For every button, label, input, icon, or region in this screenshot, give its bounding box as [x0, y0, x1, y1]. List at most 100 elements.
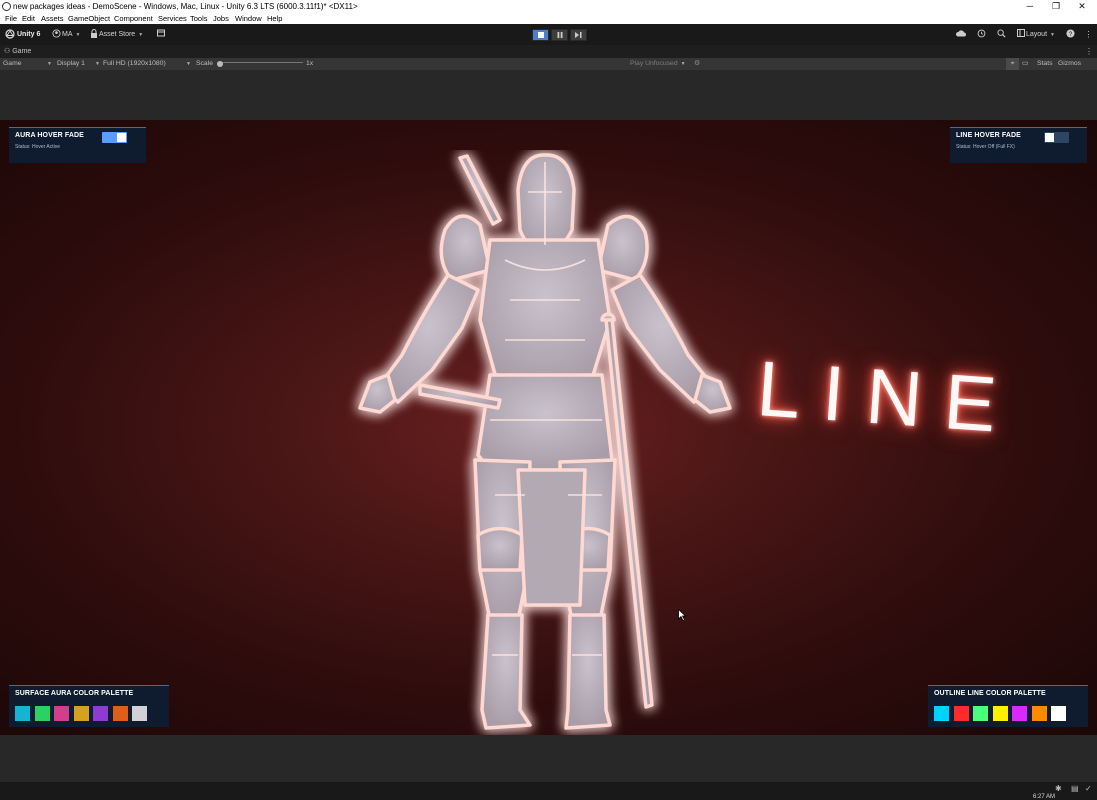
- outline-swatch-3[interactable]: [973, 706, 988, 721]
- unity-version-label[interactable]: Unity 6: [17, 24, 40, 45]
- outline-line-palette-title: OUTLINE LINE COLOR PALETTE: [934, 690, 1046, 697]
- outline-swatch-5[interactable]: [1012, 706, 1027, 721]
- surface-swatch-1[interactable]: [15, 706, 30, 721]
- surface-swatch-4[interactable]: [73, 706, 89, 721]
- outline-line-palette-panel: OUTLINE LINE COLOR PALETTE: [928, 685, 1088, 727]
- minimize-button[interactable]: ─: [1017, 0, 1043, 13]
- menu-services[interactable]: Services: [158, 13, 187, 24]
- search-icon[interactable]: [996, 29, 1007, 40]
- surface-swatch-7[interactable]: [132, 706, 147, 721]
- view-type-value: Game: [3, 60, 22, 67]
- outline-swatch-4[interactable]: [992, 706, 1008, 721]
- chevron-down-icon: ▼: [680, 61, 686, 67]
- stats-button[interactable]: Stats: [1037, 58, 1053, 70]
- unity-logo-icon: [4, 29, 15, 40]
- game-view-toolbar: Game ▼ Display 1 ▼ Full HD (1920x1080) ▼ Sc…: [0, 58, 1097, 70]
- toggle-knob: [1045, 133, 1054, 142]
- asset-store-label: Asset Store: [99, 31, 136, 38]
- game-letterbox-bottom: [0, 735, 1097, 782]
- more-options-icon[interactable]: ⋮: [1083, 29, 1094, 40]
- surface-swatch-6[interactable]: [112, 706, 128, 721]
- play-button[interactable]: [532, 29, 549, 41]
- knight-character: [358, 153, 732, 730]
- aura-hover-status: Status: Hover Active: [15, 144, 61, 150]
- chevron-down-icon: ▼: [186, 61, 191, 67]
- aura-hover-fade-panel: AURA HOVER FADE Status: Hover Active: [9, 127, 146, 163]
- asset-store-dropdown[interactable]: Asset Store ▼: [99, 24, 143, 45]
- menu-file[interactable]: File: [5, 13, 17, 24]
- lock-icon: [88, 29, 99, 40]
- scale-slider-handle[interactable]: [217, 61, 223, 67]
- main-toolbar: Unity 6 MA ▼ Asset Store ▼ Layout ▼ ? ⋮: [0, 24, 1097, 45]
- game-letterbox-top: [0, 70, 1097, 120]
- surface-swatch-2[interactable]: [34, 706, 50, 721]
- line-hover-toggle[interactable]: [1044, 132, 1069, 143]
- view-type-select[interactable]: Game ▼: [3, 58, 52, 70]
- outline-swatch-7[interactable]: [1051, 706, 1066, 721]
- history-icon[interactable]: [976, 29, 987, 40]
- line-3d-text: LINE: [754, 343, 1022, 451]
- display-value: Display 1: [57, 60, 85, 67]
- play-focus-value: Play Unfocused: [630, 60, 678, 67]
- outline-swatch-2[interactable]: [953, 706, 969, 721]
- outline-swatch-6[interactable]: [1031, 706, 1047, 721]
- chevron-down-icon: ▼: [1050, 32, 1055, 38]
- notifications-icon[interactable]: ▤: [1071, 784, 1079, 793]
- maximize-button[interactable]: ❐: [1043, 0, 1069, 13]
- account-icon: [51, 29, 62, 40]
- account-dropdown[interactable]: MA ▼: [62, 24, 80, 45]
- chevron-down-icon: ▼: [75, 32, 81, 38]
- surface-aura-palette-title: SURFACE AURA COLOR PALETTE: [15, 690, 134, 697]
- menu-tools[interactable]: Tools: [190, 13, 208, 24]
- menu-jobs[interactable]: Jobs: [213, 13, 229, 24]
- display-select[interactable]: Display 1 ▼: [57, 58, 100, 70]
- scale-value: 1x: [306, 60, 314, 67]
- play-focus-dropdown[interactable]: Play Unfocused ▼: [630, 58, 686, 70]
- aura-hover-toggle[interactable]: [102, 132, 127, 143]
- help-icon[interactable]: ?: [1065, 29, 1076, 40]
- resolution-value: Full HD (1920x1080): [103, 60, 166, 67]
- game-viewport[interactable]: LINE AURA HOVER FADE Status: Hover Activ…: [0, 120, 1097, 735]
- toggle-knob: [117, 133, 126, 142]
- tab-game-label: Game: [12, 48, 32, 55]
- mouse-cursor-icon: [678, 609, 686, 621]
- menu-help[interactable]: Help: [267, 13, 282, 24]
- outline-swatch-1[interactable]: [934, 706, 949, 721]
- pause-button[interactable]: [551, 29, 568, 41]
- aspect-icon[interactable]: ▭: [1022, 58, 1028, 70]
- debug-icon[interactable]: ✱: [1055, 784, 1062, 793]
- scale-label: Scale: [196, 60, 214, 67]
- check-icon[interactable]: ✓: [1085, 784, 1092, 793]
- line-hover-fade-panel: LINE HOVER FADE Status: Hover Off (Full …: [950, 127, 1087, 163]
- layout-dropdown[interactable]: Layout ▼: [1026, 24, 1055, 45]
- menu-window[interactable]: Window: [235, 13, 262, 24]
- mute-audio-icon[interactable]: ⚙: [694, 58, 700, 70]
- tab-game[interactable]: ⚇ Game: [4, 46, 31, 58]
- gizmos-button[interactable]: Gizmos: [1058, 58, 1081, 70]
- cloud-icon[interactable]: [955, 29, 966, 40]
- close-button[interactable]: ✕: [1069, 0, 1095, 13]
- menu-gameobject[interactable]: GameObject: [68, 13, 110, 24]
- surface-swatch-5[interactable]: [93, 706, 108, 721]
- tab-menu-icon[interactable]: ⋮: [1085, 45, 1093, 58]
- layout-grid-icon: [1015, 29, 1026, 40]
- unity-app-icon: [2, 2, 11, 11]
- surface-aura-palette-panel: SURFACE AURA COLOR PALETTE: [9, 685, 169, 727]
- menu-bar: File Edit Assets GameObject Component Se…: [0, 13, 1097, 24]
- menu-edit[interactable]: Edit: [22, 13, 35, 24]
- surface-swatch-3[interactable]: [54, 706, 69, 721]
- status-bar: ✱ ▤ ✓ 6:27 AM: [0, 782, 1097, 800]
- aura-hover-fade-title: AURA HOVER FADE: [15, 132, 84, 139]
- menu-assets[interactable]: Assets: [41, 13, 64, 24]
- svg-text:?: ?: [1069, 31, 1073, 38]
- step-button[interactable]: [570, 29, 587, 41]
- stop-icon: [537, 32, 544, 38]
- resolution-select[interactable]: Full HD (1920x1080) ▼: [103, 58, 191, 70]
- menu-component[interactable]: Component: [114, 13, 153, 24]
- scale-slider[interactable]: [217, 62, 303, 66]
- editor-tab-strip: ⚇ Game ⋮: [0, 45, 1097, 58]
- window-title-bar: new packages ideas - DemoScene - Windows…: [0, 0, 1097, 13]
- package-icon[interactable]: [155, 29, 166, 40]
- vsync-toggle-icon[interactable]: ⌖: [1006, 58, 1019, 70]
- pause-icon: [557, 32, 562, 38]
